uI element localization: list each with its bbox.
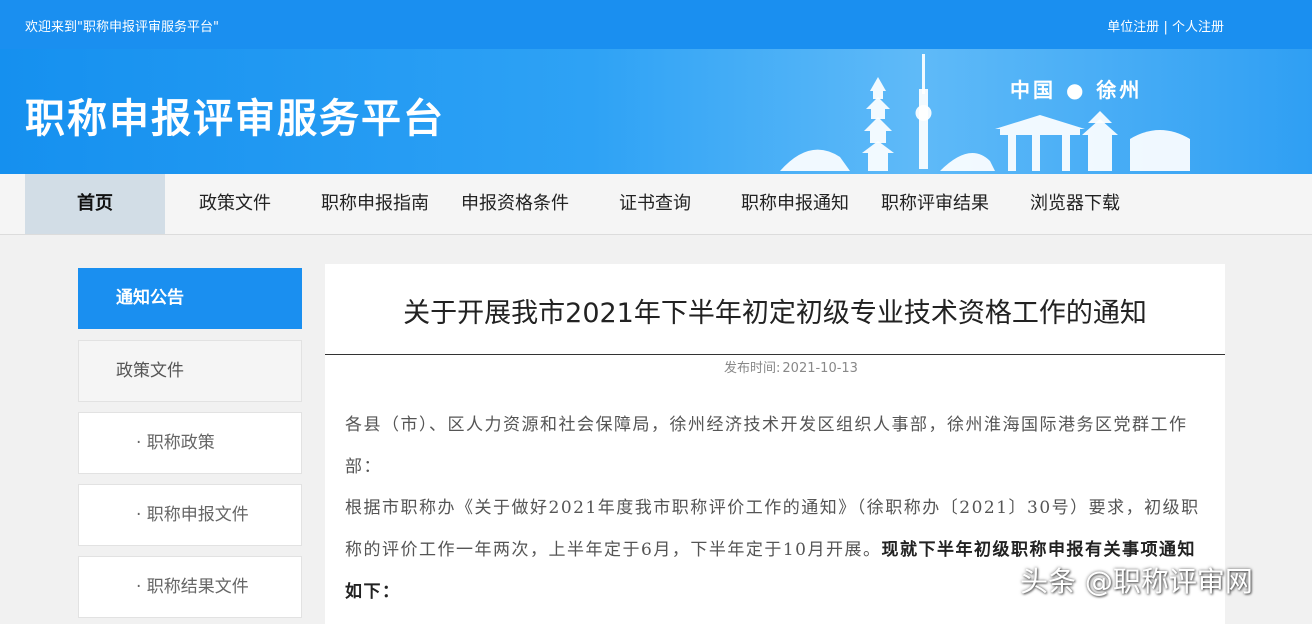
nav-item-review-results[interactable]: 职称评审结果 [865,174,1005,234]
sidebar-item-application-docs[interactable]: · 职称申报文件 [78,484,302,546]
publish-date-label: 发布时间: [724,361,781,376]
nav-item-application-notice[interactable]: 职称申报通知 [725,174,865,234]
nav-item-policy-docs[interactable]: 政策文件 [165,174,305,234]
article-title: 关于开展我市2021年下半年初定初级专业技术资格工作的通知 [403,298,1147,329]
nav-item-home[interactable]: 首页 [25,174,165,234]
city-label: 中国 ● 徐州 [1010,78,1143,102]
nav-item-qualification-conditions[interactable]: 申报资格条件 [445,174,585,234]
unit-register-link[interactable]: 单位注册 [1107,20,1159,35]
sidebar-item-policy-docs[interactable]: 政策文件 [78,340,302,402]
welcome-text: 欢迎来到"职称申报评审服务平台" [25,20,219,35]
publish-date-value: 2021-10-13 [782,361,858,376]
register-links: 单位注册 | 个人注册 [1107,16,1224,35]
sidebar-item-result-docs[interactable]: · 职称结果文件 [78,556,302,618]
main-navigation: 首页 政策文件 职称申报指南 申报资格条件 证书查询 职称申报通知 职称评审结果… [0,174,1312,235]
nav-item-certificate-query[interactable]: 证书查询 [585,174,725,234]
city-skyline-illustration [780,54,1190,171]
title-divider [325,354,1225,355]
personal-register-link[interactable]: 个人注册 [1172,20,1224,35]
top-bar: 欢迎来到"职称申报评审服务平台" 单位注册 | 个人注册 [0,0,1312,49]
link-separator: | [1163,20,1168,35]
article-paragraph-addressees: 各县（市）、区人力资源和社会保障局，徐州经济技术开发区组织人事部，徐州淮海国际港… [345,415,1188,477]
header-banner: 职称申报评审服务平台 中国 ● 徐州 [0,49,1312,174]
source-watermark: 头条 @职称评审网 [1020,565,1253,598]
sidebar-header-notices[interactable]: 通知公告 [78,268,302,329]
publish-date: 发布时间: 2021-10-13 [325,357,1255,376]
nav-item-application-guide[interactable]: 职称申报指南 [305,174,445,234]
nav-item-browser-download[interactable]: 浏览器下载 [1005,174,1145,234]
site-title: 职称申报评审服务平台 [25,95,445,142]
sidebar: 通知公告 政策文件 · 职称政策 · 职称申报文件 · 职称结果文件 [78,268,302,618]
sidebar-item-title-policy[interactable]: · 职称政策 [78,412,302,474]
